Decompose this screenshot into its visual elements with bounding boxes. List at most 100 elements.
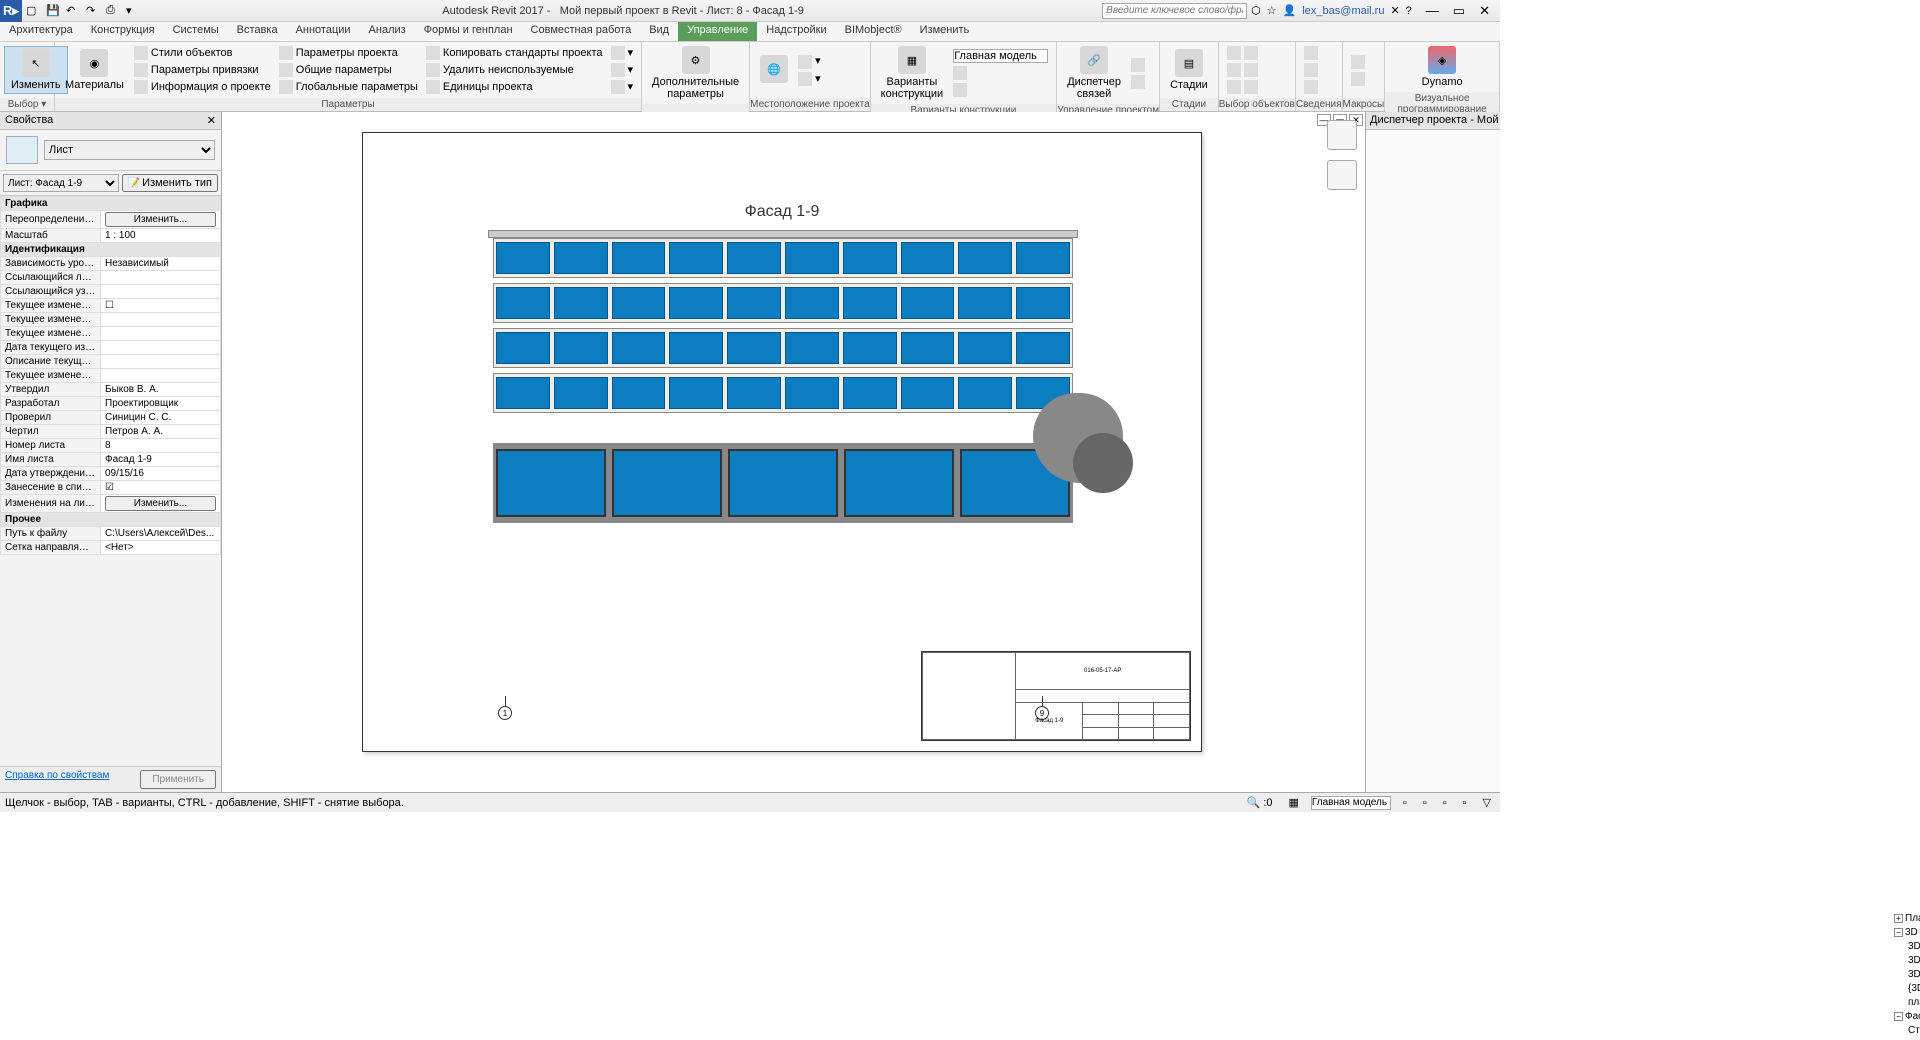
properties-close-icon[interactable]: ✕ bbox=[207, 114, 216, 127]
tab-изменить[interactable]: Изменить bbox=[911, 22, 979, 41]
sel-item2[interactable] bbox=[1227, 62, 1261, 78]
status-filter-icon[interactable]: ▦ bbox=[1285, 795, 1303, 810]
prop-value[interactable] bbox=[101, 285, 221, 299]
qat-print-icon[interactable]: ⎙ bbox=[106, 4, 120, 18]
prop-value[interactable]: 8 bbox=[101, 439, 221, 453]
prop-value[interactable] bbox=[101, 271, 221, 285]
location-button[interactable]: 🌐 bbox=[754, 53, 794, 87]
tree-item[interactable]: −3D виды bbox=[1880, 926, 1920, 940]
close-icon[interactable]: ✕ bbox=[1479, 3, 1490, 19]
status-filter2-icon[interactable]: ▽ bbox=[1479, 795, 1495, 810]
subscription-icon[interactable]: ⬡ bbox=[1251, 4, 1261, 17]
ribbon-item[interactable]: Параметры привязки bbox=[134, 62, 271, 78]
edit-type-button[interactable]: 📝 Изменить тип bbox=[122, 174, 218, 192]
tab-вставка[interactable]: Вставка bbox=[228, 22, 287, 41]
tree-item[interactable]: 3D вид 1 bbox=[1880, 940, 1920, 954]
expand-icon[interactable]: − bbox=[1894, 1012, 1903, 1021]
proj-item2[interactable] bbox=[1131, 74, 1148, 90]
coords-dropdown[interactable]: ▾ bbox=[798, 53, 821, 69]
tree-item[interactable]: план кв 301 bbox=[1880, 996, 1920, 1010]
help-icon[interactable]: ? bbox=[1406, 5, 1412, 17]
prop-value[interactable] bbox=[101, 369, 221, 383]
tree-item[interactable]: 3D вид 3 bbox=[1880, 968, 1920, 982]
maximize-icon[interactable]: ▭ bbox=[1453, 3, 1465, 19]
design-options-button[interactable]: ▦Варианты конструкции bbox=[875, 44, 950, 102]
prop-value[interactable]: Фасад 1-9 bbox=[101, 453, 221, 467]
status-icon3[interactable]: ▫ bbox=[1439, 796, 1451, 810]
signin-icon[interactable]: 👤 bbox=[1283, 4, 1297, 17]
manage-links-button[interactable]: 🔗Диспетчер связей bbox=[1061, 44, 1127, 102]
expand-icon[interactable]: + bbox=[1894, 914, 1903, 923]
nav-cube[interactable] bbox=[1327, 120, 1357, 150]
prop-value[interactable] bbox=[101, 341, 221, 355]
prop-edit-button[interactable]: Изменить... bbox=[105, 212, 216, 227]
ribbon-item[interactable]: Параметры проекта bbox=[279, 45, 418, 61]
ribbon-item[interactable]: Удалить неиспользуемые bbox=[426, 62, 603, 78]
status-icon2[interactable]: ▫ bbox=[1419, 796, 1431, 810]
tab-системы[interactable]: Системы bbox=[164, 22, 228, 41]
prop-value[interactable]: Независимый bbox=[101, 257, 221, 271]
ribbon-item[interactable]: Стили объектов bbox=[134, 45, 271, 61]
prop-value[interactable]: 1 : 100 bbox=[101, 229, 221, 243]
tab-вид[interactable]: Вид bbox=[640, 22, 678, 41]
prop-value[interactable]: Синицин С. С. bbox=[101, 411, 221, 425]
option-item1[interactable] bbox=[953, 65, 1048, 81]
qat-undo-icon[interactable]: ↶ bbox=[66, 4, 80, 18]
dynamo-button[interactable]: ◈Dynamo bbox=[1416, 44, 1469, 90]
star-icon[interactable]: ☆ bbox=[1267, 4, 1277, 17]
qat-redo-icon[interactable]: ↷ bbox=[86, 4, 100, 18]
status-icon1[interactable]: ▫ bbox=[1399, 796, 1411, 810]
prop-value[interactable]: ☐ bbox=[101, 299, 221, 313]
prop-value[interactable]: Проектировщик bbox=[101, 397, 221, 411]
tab-совместная работа[interactable]: Совместная работа bbox=[522, 22, 641, 41]
ribbon-item[interactable]: Информация о проекте bbox=[134, 79, 271, 95]
tab-bimobject®[interactable]: BIMobject® bbox=[836, 22, 911, 41]
tree-item[interactable]: 3D вид 2 bbox=[1880, 954, 1920, 968]
nav-wheel[interactable] bbox=[1327, 160, 1357, 190]
apply-button[interactable]: Применить bbox=[140, 770, 216, 789]
option-item2[interactable] bbox=[953, 82, 1048, 98]
tab-управление[interactable]: Управление bbox=[678, 22, 757, 41]
prop-value[interactable]: ☑ bbox=[101, 481, 221, 495]
ribbon-item[interactable]: Глобальные параметры bbox=[279, 79, 418, 95]
tree-item[interactable]: Стена 1 bbox=[1880, 1024, 1920, 1038]
tree-item[interactable]: −Фасады (Фасад здан bbox=[1880, 1010, 1920, 1024]
ribbon-item[interactable]: Единицы проекта bbox=[426, 79, 603, 95]
prop-edit-button[interactable]: Изменить... bbox=[105, 496, 216, 511]
qat-save-icon[interactable]: 💾 bbox=[46, 4, 60, 18]
status-model-select[interactable] bbox=[1311, 796, 1391, 810]
qat-open-icon[interactable]: ▢ bbox=[26, 4, 40, 18]
sel-item1[interactable] bbox=[1227, 45, 1261, 61]
sel-item3[interactable] bbox=[1227, 79, 1261, 95]
prop-value[interactable] bbox=[101, 355, 221, 369]
ribbon-item[interactable]: Копировать стандарты проекта bbox=[426, 45, 603, 61]
proj-item1[interactable] bbox=[1131, 57, 1148, 73]
drawing-canvas[interactable]: — ▭ ✕ Фасад 1-9 1 9 bbox=[222, 112, 1365, 792]
prop-value[interactable]: Изменить... bbox=[101, 211, 221, 229]
properties-help-link[interactable]: Справка по свойствам bbox=[5, 770, 109, 789]
macro-item2[interactable] bbox=[1351, 71, 1368, 87]
position-dropdown[interactable]: ▾ bbox=[798, 71, 821, 87]
tab-анализ[interactable]: Анализ bbox=[360, 22, 415, 41]
tab-аннотации[interactable]: Аннотации bbox=[287, 22, 360, 41]
settings-dropdown2[interactable]: ▾ bbox=[611, 62, 634, 78]
inq-item1[interactable] bbox=[1304, 45, 1321, 61]
tab-надстройки[interactable]: Надстройки bbox=[757, 22, 835, 41]
tab-архитектура[interactable]: Архитектура bbox=[0, 22, 82, 41]
expand-icon[interactable]: − bbox=[1894, 928, 1903, 937]
status-icon4[interactable]: ▫ bbox=[1459, 796, 1471, 810]
tab-формы и генплан[interactable]: Формы и генплан bbox=[415, 22, 522, 41]
instance-selector[interactable]: Лист: Фасад 1-9 bbox=[3, 174, 119, 192]
prop-value[interactable]: Быков В. А. bbox=[101, 383, 221, 397]
prop-value[interactable] bbox=[101, 313, 221, 327]
prop-value[interactable]: C:\Users\Алексей\Des... bbox=[101, 527, 221, 541]
prop-value[interactable] bbox=[101, 327, 221, 341]
inq-item2[interactable] bbox=[1304, 62, 1321, 78]
settings-dropdown[interactable]: ▾ bbox=[611, 45, 634, 61]
prop-value[interactable]: 09/15/16 bbox=[101, 467, 221, 481]
macro-item1[interactable] bbox=[1351, 54, 1368, 70]
tree-item[interactable]: +Планы потолков bbox=[1880, 912, 1920, 926]
status-scale[interactable]: 🔍 :0 bbox=[1243, 795, 1277, 810]
phases-button[interactable]: ▤Стадии bbox=[1164, 47, 1214, 93]
inq-item3[interactable] bbox=[1304, 79, 1321, 95]
